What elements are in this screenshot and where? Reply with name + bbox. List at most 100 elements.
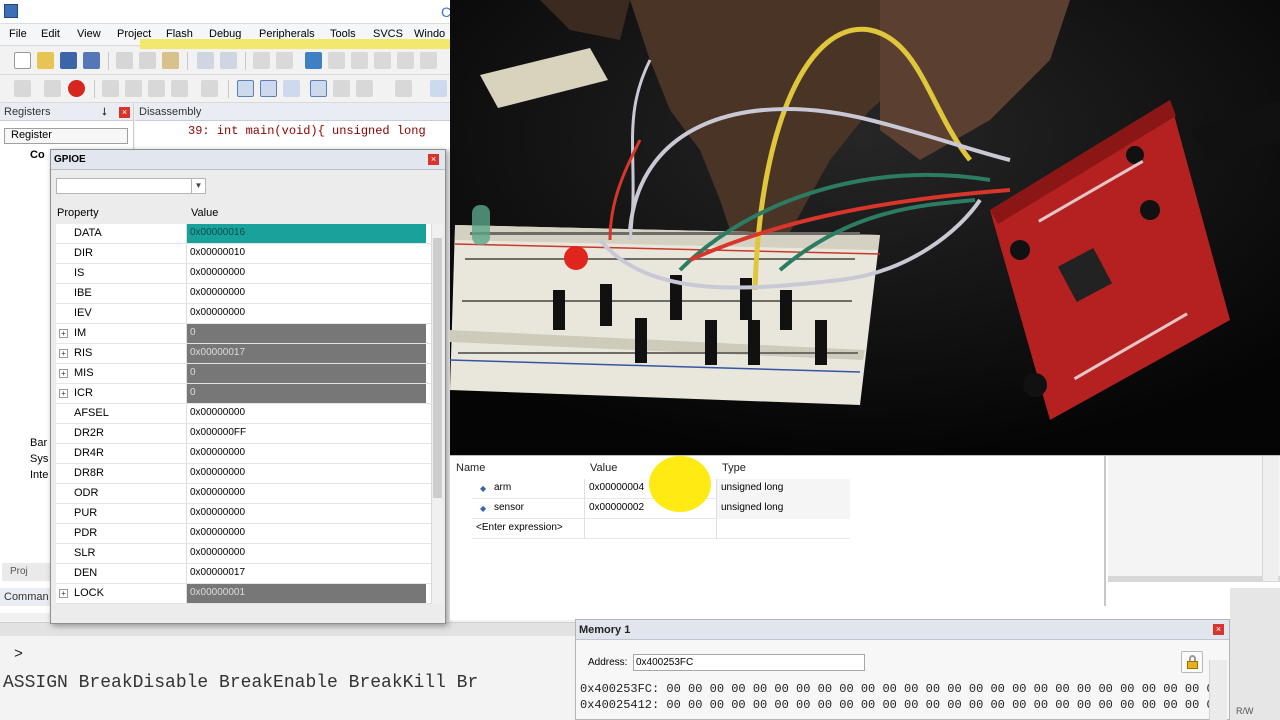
menu-view[interactable]: View [77, 28, 101, 40]
command-window-icon[interactable] [237, 80, 254, 97]
scroll-thumb[interactable] [433, 238, 442, 498]
reset-icon[interactable] [14, 80, 31, 97]
step-over-icon[interactable] [125, 80, 142, 97]
step-out-icon[interactable] [148, 80, 165, 97]
watch-enter-row[interactable]: <Enter expression> [472, 519, 850, 539]
register-row-lock[interactable]: + LOCK 0x00000001 [56, 584, 431, 604]
memory-window-icon[interactable] [395, 80, 412, 97]
open-folder-icon[interactable] [37, 52, 54, 69]
registers-window-icon[interactable] [310, 80, 327, 97]
register-row-dir[interactable]: DIR 0x00000010 [56, 244, 431, 264]
bookmark-clear-icon[interactable] [374, 52, 391, 69]
watch-vertical-scrollbar[interactable] [1262, 456, 1278, 581]
bookmark-icon[interactable] [305, 52, 322, 69]
undo-icon[interactable] [197, 52, 214, 69]
register-row-dr4r[interactable]: DR4R 0x00000000 [56, 444, 431, 464]
register-row-is[interactable]: IS 0x00000000 [56, 264, 431, 284]
show-next-statement-icon[interactable] [201, 80, 218, 97]
chevron-down-icon[interactable]: ▼ [191, 179, 205, 193]
register-value[interactable]: 0x00000000 [186, 304, 426, 323]
expand-icon[interactable]: + [59, 589, 68, 598]
register-row-den[interactable]: DEN 0x00000017 [56, 564, 431, 584]
watch-horizontal-scrollbar[interactable] [1108, 576, 1280, 582]
menu-edit[interactable]: Edit [41, 28, 60, 40]
register-value[interactable]: 0x00000000 [186, 464, 426, 483]
run-icon[interactable] [44, 80, 61, 97]
register-combo[interactable]: Register [4, 128, 128, 144]
register-value[interactable]: 0x00000000 [186, 284, 426, 303]
symbols-window-icon[interactable] [283, 80, 300, 97]
register-value[interactable]: 0x00000001 [186, 584, 426, 603]
register-row-odr[interactable]: ODR 0x00000000 [56, 484, 431, 504]
register-value[interactable]: 0x00000000 [186, 444, 426, 463]
register-row-pdr[interactable]: PDR 0x00000000 [56, 524, 431, 544]
register-row-dr2r[interactable]: DR2R 0x000000FF [56, 424, 431, 444]
command-prompt[interactable]: > [14, 646, 23, 663]
call-stack-icon[interactable] [333, 80, 350, 97]
address-input[interactable]: 0x400253FC [633, 654, 865, 671]
register-value[interactable]: 0x00000017 [186, 564, 426, 583]
serial-window-icon[interactable] [430, 80, 447, 97]
copy-icon[interactable] [139, 52, 156, 69]
bookmark-prev-icon[interactable] [328, 52, 345, 69]
register-row-data[interactable]: DATA 0x00000016 [56, 224, 431, 244]
register-value[interactable]: 0x00000017 [186, 344, 426, 363]
register-value[interactable]: 0 [186, 384, 426, 403]
save-all-icon[interactable] [83, 52, 100, 69]
memory-scrollbar[interactable] [1209, 660, 1227, 720]
register-value[interactable]: 0x00000016 [186, 224, 426, 243]
lock-icon[interactable] [1181, 651, 1203, 673]
indent-icon[interactable] [397, 52, 414, 69]
register-row-pur[interactable]: PUR 0x00000000 [56, 504, 431, 524]
expand-icon[interactable]: + [59, 349, 68, 358]
expand-icon[interactable]: + [59, 389, 68, 398]
register-row-afsel[interactable]: AFSEL 0x00000000 [56, 404, 431, 424]
gpioe-selector[interactable]: ▼ [56, 178, 206, 194]
tab-project[interactable]: Proj [2, 563, 50, 581]
tree-item-banked[interactable]: Bar [30, 437, 47, 449]
gpioe-close-icon[interactable]: × [428, 154, 439, 165]
register-row-ris[interactable]: + RIS 0x00000017 [56, 344, 431, 364]
tree-item-system[interactable]: Sys [30, 453, 48, 465]
redo-icon[interactable] [220, 52, 237, 69]
step-into-icon[interactable] [102, 80, 119, 97]
command-scrollbar[interactable] [0, 622, 575, 636]
run-to-cursor-icon[interactable] [171, 80, 188, 97]
register-row-slr[interactable]: SLR 0x00000000 [56, 544, 431, 564]
expand-icon[interactable]: + [59, 369, 68, 378]
memory-close-icon[interactable]: × [1213, 624, 1224, 635]
menu-file[interactable]: File [9, 28, 27, 40]
watch-window-icon[interactable] [356, 80, 373, 97]
register-value[interactable]: 0x00000000 [186, 524, 426, 543]
register-row-dr8r[interactable]: DR8R 0x00000000 [56, 464, 431, 484]
save-icon[interactable] [60, 52, 77, 69]
register-value[interactable]: 0 [186, 364, 426, 383]
register-value[interactable]: 0x00000000 [186, 404, 426, 423]
tree-item-core[interactable]: Co [30, 149, 45, 161]
enter-expression[interactable]: <Enter expression> [472, 519, 584, 539]
register-value[interactable]: 0x00000010 [186, 244, 426, 263]
nav-forward-icon[interactable] [276, 52, 293, 69]
register-row-iev[interactable]: IEV 0x00000000 [56, 304, 431, 324]
outdent-icon[interactable] [420, 52, 437, 69]
tree-item-internal[interactable]: Inte [30, 469, 48, 481]
property-scrollbar[interactable] [431, 224, 443, 604]
disassembly-window-icon[interactable] [260, 80, 277, 97]
register-value[interactable]: 0x000000FF [186, 424, 426, 443]
register-row-im[interactable]: + IM 0 [56, 324, 431, 344]
pin-icon[interactable]: ⭣ [102, 106, 107, 119]
register-value[interactable]: 0x00000000 [186, 544, 426, 563]
register-row-mis[interactable]: + MIS 0 [56, 364, 431, 384]
stop-icon[interactable] [68, 80, 85, 97]
register-value[interactable]: 0x00000000 [186, 484, 426, 503]
register-row-icr[interactable]: + ICR 0 [56, 384, 431, 404]
paste-icon[interactable] [162, 52, 179, 69]
register-value[interactable]: 0x00000000 [186, 504, 426, 523]
register-value[interactable]: 0x00000000 [186, 264, 426, 283]
nav-back-icon[interactable] [253, 52, 270, 69]
cut-icon[interactable] [116, 52, 133, 69]
new-file-icon[interactable] [14, 52, 31, 69]
register-row-ibe[interactable]: IBE 0x00000000 [56, 284, 431, 304]
bookmark-next-icon[interactable] [351, 52, 368, 69]
register-value[interactable]: 0 [186, 324, 426, 343]
